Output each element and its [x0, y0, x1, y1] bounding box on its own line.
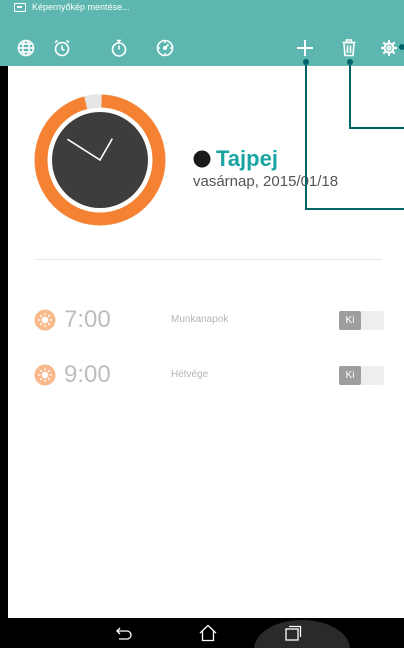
- back-icon[interactable]: [114, 624, 134, 642]
- sun-icon: [34, 309, 56, 331]
- recent-apps-icon[interactable]: [283, 624, 303, 642]
- gear-icon[interactable]: [378, 37, 400, 59]
- alarm-toggle[interactable]: Ki: [339, 311, 384, 330]
- globe-icon[interactable]: [15, 37, 37, 59]
- alarm-label: Hétvége: [171, 369, 209, 380]
- main-content: Tajpej vasárnap, 2015/01/18 7:00 Munkana…: [8, 66, 404, 618]
- city-date: vasárnap, 2015/01/18: [193, 173, 339, 190]
- stopwatch-icon[interactable]: [108, 37, 130, 59]
- trash-icon[interactable]: [338, 37, 360, 59]
- clock-app-screen: Képernyőkép mentése... Tajpej vasárnap, …: [0, 0, 404, 648]
- alarm-toggle[interactable]: Ki: [339, 366, 384, 385]
- alarm-time: 9:00: [64, 361, 111, 388]
- toolbar: [0, 30, 404, 66]
- alarm-time: 7:00: [64, 306, 111, 333]
- analog-clock[interactable]: [33, 93, 167, 227]
- alarm-label: Munkanapok: [171, 314, 229, 325]
- toggle-knob: Ki: [339, 366, 361, 385]
- moon-icon: [193, 150, 211, 168]
- city-row: Tajpej: [193, 147, 278, 171]
- notification-text: Képernyőkép mentése...: [32, 2, 130, 12]
- city-name: Tajpej: [216, 146, 278, 171]
- toggle-knob: Ki: [339, 311, 361, 330]
- timer-icon[interactable]: [154, 37, 176, 59]
- home-icon[interactable]: [198, 624, 218, 642]
- alarm-row[interactable]: 9:00 Hétvége Ki: [8, 355, 404, 395]
- alarm-clock-icon[interactable]: [51, 37, 73, 59]
- navigation-bar: [0, 618, 404, 648]
- sun-icon: [34, 364, 56, 386]
- plus-icon[interactable]: [294, 37, 316, 59]
- screenshot-icon: [14, 3, 26, 12]
- status-bar: Képernyőkép mentése...: [0, 0, 404, 30]
- alarm-row[interactable]: 7:00 Munkanapok Ki: [8, 300, 404, 340]
- divider: [35, 259, 382, 260]
